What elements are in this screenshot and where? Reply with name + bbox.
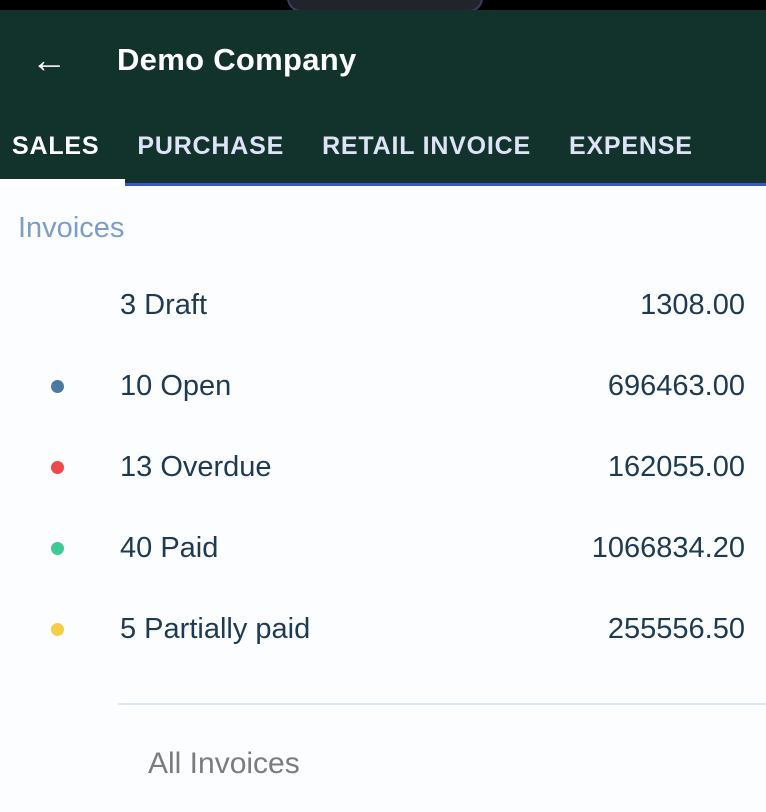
- app-screen: ← Demo Company SALES PURCHASE RETAIL INVOI…: [0, 0, 766, 812]
- status-amount: 1308.00: [640, 289, 745, 322]
- status-dot-icon: [51, 461, 64, 474]
- status-amount: 255556.50: [608, 613, 745, 646]
- status-dot-icon: [51, 623, 64, 636]
- status-label: 13 Overdue: [120, 451, 272, 484]
- status-dot-icon: [51, 542, 64, 555]
- status-label: 3 Draft: [120, 289, 207, 322]
- invoice-status-row[interactable]: 3 Draft 1308.00: [0, 265, 766, 346]
- section-title: Invoices: [0, 186, 766, 245]
- status-amount: 1066834.20: [592, 532, 745, 565]
- invoice-summary-list: 3 Draft 1308.00 10 Open 696463.00 13 Ove…: [0, 265, 766, 670]
- tab-sales[interactable]: SALES: [12, 132, 99, 161]
- invoice-status-row[interactable]: 5 Partially paid 255556.50: [0, 589, 766, 670]
- status-bar-notch: [287, 0, 483, 10]
- tab-expense[interactable]: EXPENSE: [569, 132, 693, 161]
- page-title: Demo Company: [117, 42, 357, 78]
- status-bar: [0, 0, 766, 10]
- tab-retail-invoice[interactable]: RETAIL INVOICE: [322, 132, 531, 161]
- back-arrow-icon[interactable]: ←: [31, 42, 75, 78]
- tab-purchase[interactable]: PURCHASE: [137, 132, 284, 161]
- tab-bar: SALES PURCHASE RETAIL INVOICE EXPENSE: [0, 110, 766, 183]
- status-amount: 696463.00: [608, 370, 745, 403]
- status-amount: 162055.00: [608, 451, 745, 484]
- status-dot-icon: [51, 380, 64, 393]
- status-label: 10 Open: [120, 370, 231, 403]
- status-label: 5 Partially paid: [120, 613, 310, 646]
- header-top: ← Demo Company: [0, 10, 766, 110]
- status-label: 40 Paid: [120, 532, 218, 565]
- invoice-status-row[interactable]: 10 Open 696463.00: [0, 346, 766, 427]
- invoice-status-row[interactable]: 13 Overdue 162055.00: [0, 427, 766, 508]
- invoice-status-row[interactable]: 40 Paid 1066834.20: [0, 508, 766, 589]
- divider: [118, 703, 766, 705]
- active-tab-indicator: [0, 179, 125, 186]
- content: Invoices 3 Draft 1308.00 10 Open 696463.…: [0, 186, 766, 781]
- all-invoices-link[interactable]: All Invoices: [148, 747, 766, 781]
- app-header: ← Demo Company SALES PURCHASE RETAIL INVOI…: [0, 10, 766, 186]
